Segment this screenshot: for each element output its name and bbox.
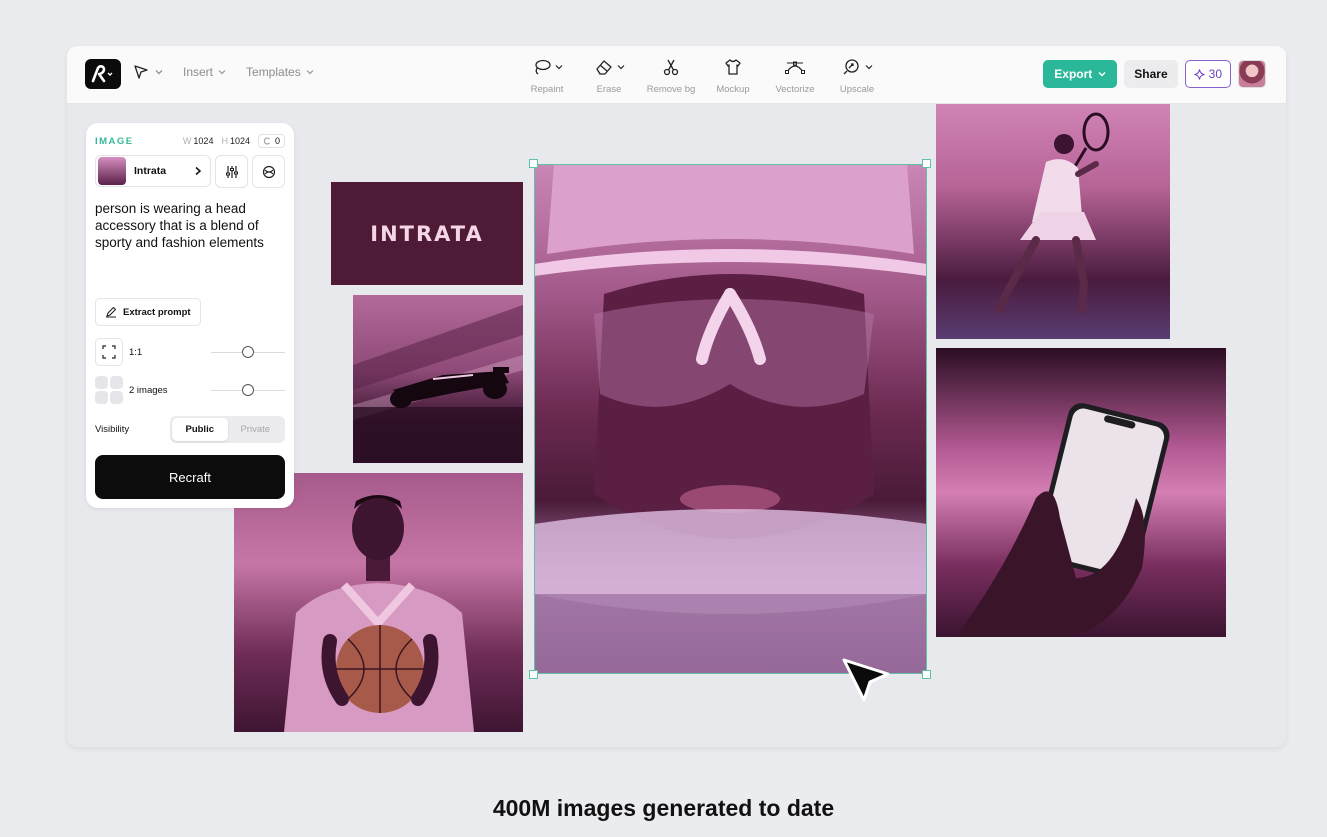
- mouse-cursor-icon: [840, 656, 892, 709]
- visibility-toggle: Public Private: [170, 416, 285, 443]
- prompt-text[interactable]: person is wearing a head accessory that …: [95, 200, 285, 251]
- slider-knob[interactable]: [242, 345, 254, 358]
- canvas-image-tennis-player[interactable]: [936, 104, 1170, 339]
- panel-title: IMAGE: [95, 135, 134, 147]
- brand-logo-text: INTRATA: [370, 221, 484, 246]
- eraser-icon: [595, 60, 612, 75]
- resize-handle-bottom-right[interactable]: [922, 670, 931, 679]
- marketing-caption: 400M images generated to date: [492, 795, 835, 821]
- chevron-down-icon: [555, 65, 562, 70]
- visibility-label: Visibility: [95, 424, 130, 435]
- extract-prompt-label: Extract prompt: [123, 306, 191, 318]
- slider-knob[interactable]: [242, 383, 254, 396]
- chevron-down-icon: [306, 70, 314, 75]
- swirl-icon: [262, 165, 275, 178]
- scissors-icon: [663, 59, 679, 76]
- share-button[interactable]: Share: [1124, 60, 1178, 88]
- style-selector[interactable]: Intrata: [95, 155, 211, 187]
- upscale-icon: [843, 59, 859, 75]
- chevron-right-icon: [195, 166, 202, 176]
- app-logo[interactable]: [85, 59, 121, 89]
- image-count-row: 2 images: [95, 376, 285, 404]
- style-name: Intrata: [134, 165, 167, 177]
- menu-templates-label: Templates: [246, 65, 301, 79]
- tool-upscale[interactable]: Upscale: [829, 56, 885, 95]
- menu-insert-label: Insert: [183, 65, 214, 79]
- style-thumbnail: [98, 157, 126, 185]
- tool-group: Repaint Erase Remove bg Mockup Vectorize…: [519, 56, 885, 95]
- extract-prompt-button[interactable]: Extract prompt: [95, 298, 201, 326]
- credits-badge[interactable]: 30: [1184, 60, 1231, 88]
- tool-mockup[interactable]: Mockup: [705, 56, 761, 95]
- avatar[interactable]: [1238, 60, 1266, 88]
- recraft-button-label: Recraft: [169, 469, 211, 485]
- height-field[interactable]: H 1024: [221, 136, 250, 146]
- seed-field[interactable]: 0: [257, 134, 285, 148]
- lasso-icon: [534, 59, 551, 75]
- pen-icon: [106, 306, 117, 318]
- tool-remove-bg[interactable]: Remove bg: [643, 56, 699, 95]
- top-toolbar: Insert Templates Repaint Erase Remove bg…: [67, 46, 1286, 104]
- menu-insert[interactable]: Insert: [183, 65, 226, 79]
- image-count-icon: [95, 376, 123, 404]
- tool-mockup-label: Mockup: [716, 84, 750, 95]
- recraft-button[interactable]: Recraft: [95, 455, 285, 499]
- visibility-private-option[interactable]: Private: [228, 418, 284, 441]
- credits-count: 30: [1208, 67, 1222, 81]
- canvas-image-basketball-player[interactable]: [234, 473, 523, 732]
- tool-vectorize-label: Vectorize: [775, 84, 815, 95]
- vectorize-icon: [785, 61, 805, 74]
- tool-erase[interactable]: Erase: [581, 56, 637, 95]
- tool-repaint-label: Repaint: [530, 84, 564, 95]
- tool-upscale-label: Upscale: [839, 84, 875, 95]
- aspect-ratio-row: 1:1: [95, 338, 285, 366]
- chevron-down-icon: [1098, 72, 1106, 77]
- sliders-icon: [225, 165, 238, 178]
- chevron-down-icon: [155, 70, 163, 75]
- width-field[interactable]: W 1024: [183, 136, 214, 146]
- recraft-logo-icon: [91, 65, 113, 83]
- style-settings-button[interactable]: [215, 155, 248, 188]
- chevron-down-icon: [617, 65, 624, 70]
- export-button-label: Export: [1054, 67, 1093, 81]
- resize-handle-top-left[interactable]: [529, 159, 538, 168]
- tool-repaint[interactable]: Repaint: [519, 56, 575, 95]
- pointer-tool-icon[interactable]: [133, 64, 163, 80]
- tool-erase-label: Erase: [596, 84, 622, 95]
- seed-icon: [263, 137, 270, 145]
- canvas-image-race-car[interactable]: [353, 295, 523, 463]
- style-mix-button[interactable]: [252, 155, 285, 188]
- canvas-image-brand-logo[interactable]: INTRATA: [331, 182, 523, 285]
- tool-remove-bg-label: Remove bg: [646, 84, 696, 95]
- selection-frame: [534, 164, 927, 674]
- chevron-down-icon: [865, 65, 872, 70]
- sparkle-icon: [1194, 68, 1205, 80]
- image-count-slider[interactable]: [211, 383, 285, 396]
- resize-handle-top-right[interactable]: [922, 159, 931, 168]
- menu-templates[interactable]: Templates: [246, 65, 314, 79]
- image-count-label: 2 images: [129, 384, 168, 396]
- aspect-ratio-slider[interactable]: [211, 345, 285, 358]
- tool-vectorize[interactable]: Vectorize: [767, 56, 823, 95]
- chevron-down-icon: [218, 70, 226, 75]
- aspect-ratio-label: 1:1: [129, 346, 143, 358]
- canvas-image-phone-hand[interactable]: [936, 348, 1226, 637]
- visibility-row: Visibility Public Private: [95, 416, 285, 443]
- aspect-ratio-button[interactable]: [95, 338, 123, 366]
- resize-handle-bottom-left[interactable]: [529, 670, 538, 679]
- image-settings-panel: IMAGE W 1024 H 1024 0 Intrata person is we…: [86, 123, 294, 508]
- aspect-ratio-icon: [102, 345, 116, 359]
- export-button[interactable]: Export: [1043, 60, 1118, 88]
- visibility-public-option[interactable]: Public: [172, 418, 228, 441]
- share-button-label: Share: [1134, 67, 1168, 81]
- tshirt-icon: [725, 59, 741, 75]
